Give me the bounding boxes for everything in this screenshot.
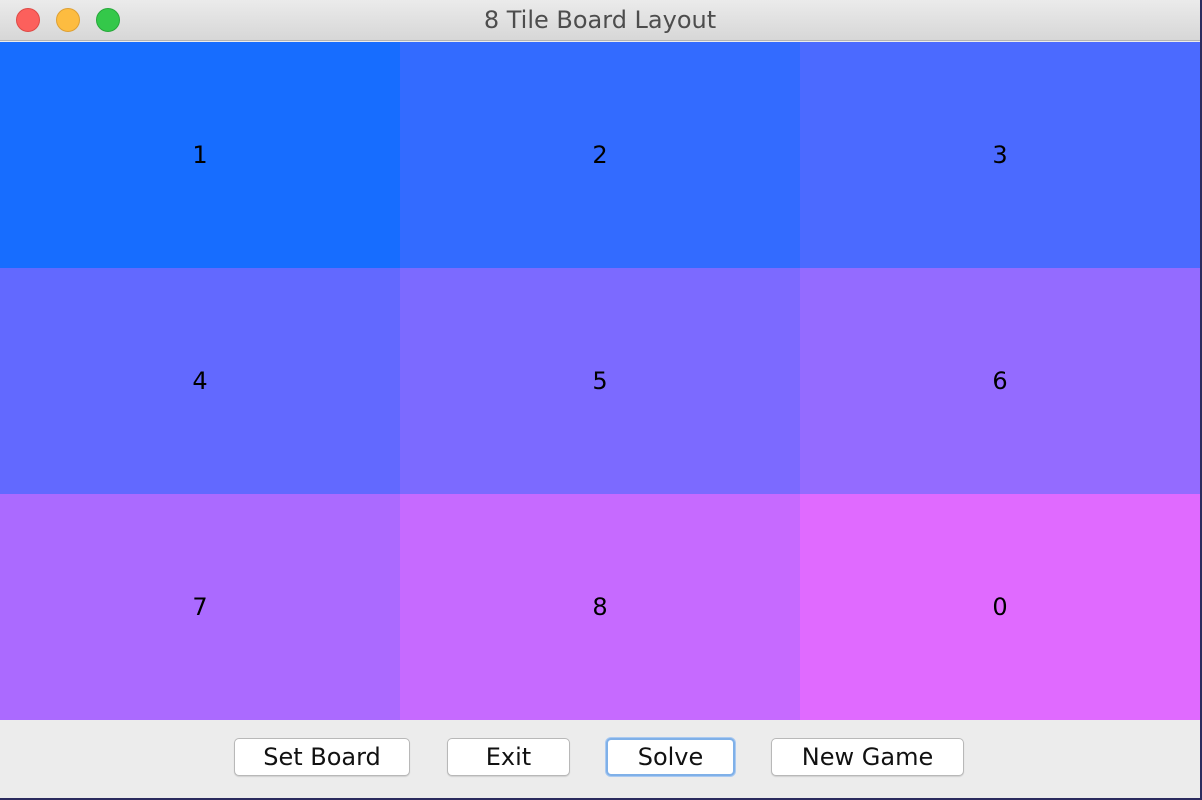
title-bar[interactable]: 8 Tile Board Layout — [0, 0, 1200, 41]
control-bar: Set Board Exit Solve New Game — [0, 720, 1200, 798]
tile-6[interactable]: 6 — [800, 268, 1200, 494]
tile-3[interactable]: 3 — [800, 42, 1200, 268]
app-window: 8 Tile Board Layout 1 2 3 4 5 6 7 8 0 Se… — [0, 0, 1202, 800]
set-board-button[interactable]: Set Board — [234, 738, 410, 776]
tile-8[interactable]: 8 — [400, 494, 800, 720]
exit-button[interactable]: Exit — [447, 738, 570, 776]
tile-2[interactable]: 2 — [400, 42, 800, 268]
tile-board: 1 2 3 4 5 6 7 8 0 — [0, 42, 1200, 720]
tile-4[interactable]: 4 — [0, 268, 400, 494]
tile-5[interactable]: 5 — [400, 268, 800, 494]
tile-7[interactable]: 7 — [0, 494, 400, 720]
solve-button[interactable]: Solve — [606, 738, 735, 776]
new-game-button[interactable]: New Game — [771, 738, 964, 776]
window-title: 8 Tile Board Layout — [483, 6, 717, 34]
tile-0[interactable]: 0 — [800, 494, 1200, 720]
tile-1[interactable]: 1 — [0, 42, 400, 268]
